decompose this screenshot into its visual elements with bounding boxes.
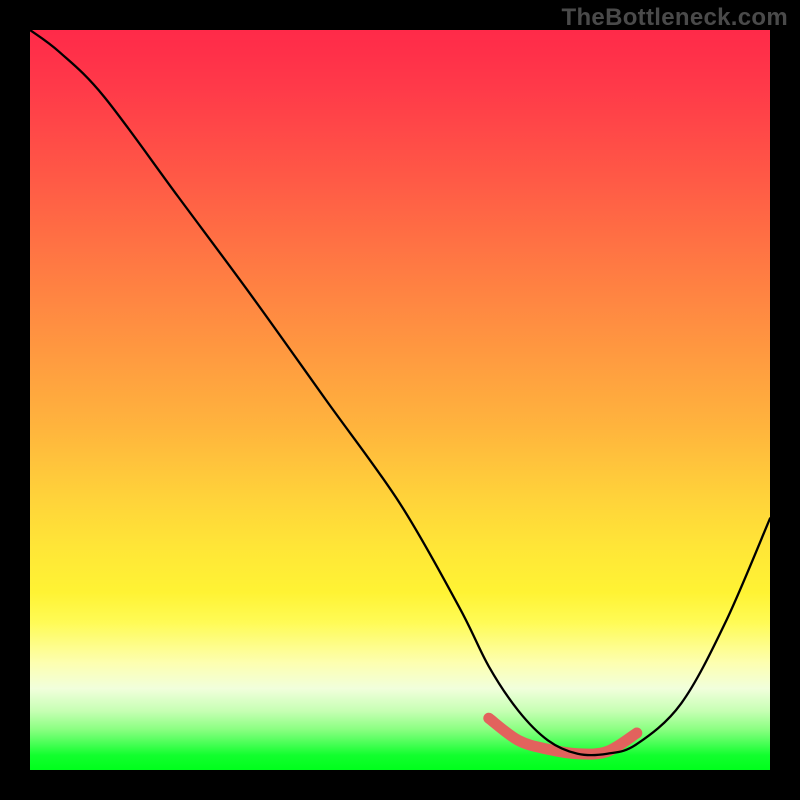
heat-gradient-background <box>30 30 770 770</box>
plot-area <box>30 30 770 770</box>
chart-frame: TheBottleneck.com <box>0 0 800 800</box>
watermark-text: TheBottleneck.com <box>562 4 788 32</box>
